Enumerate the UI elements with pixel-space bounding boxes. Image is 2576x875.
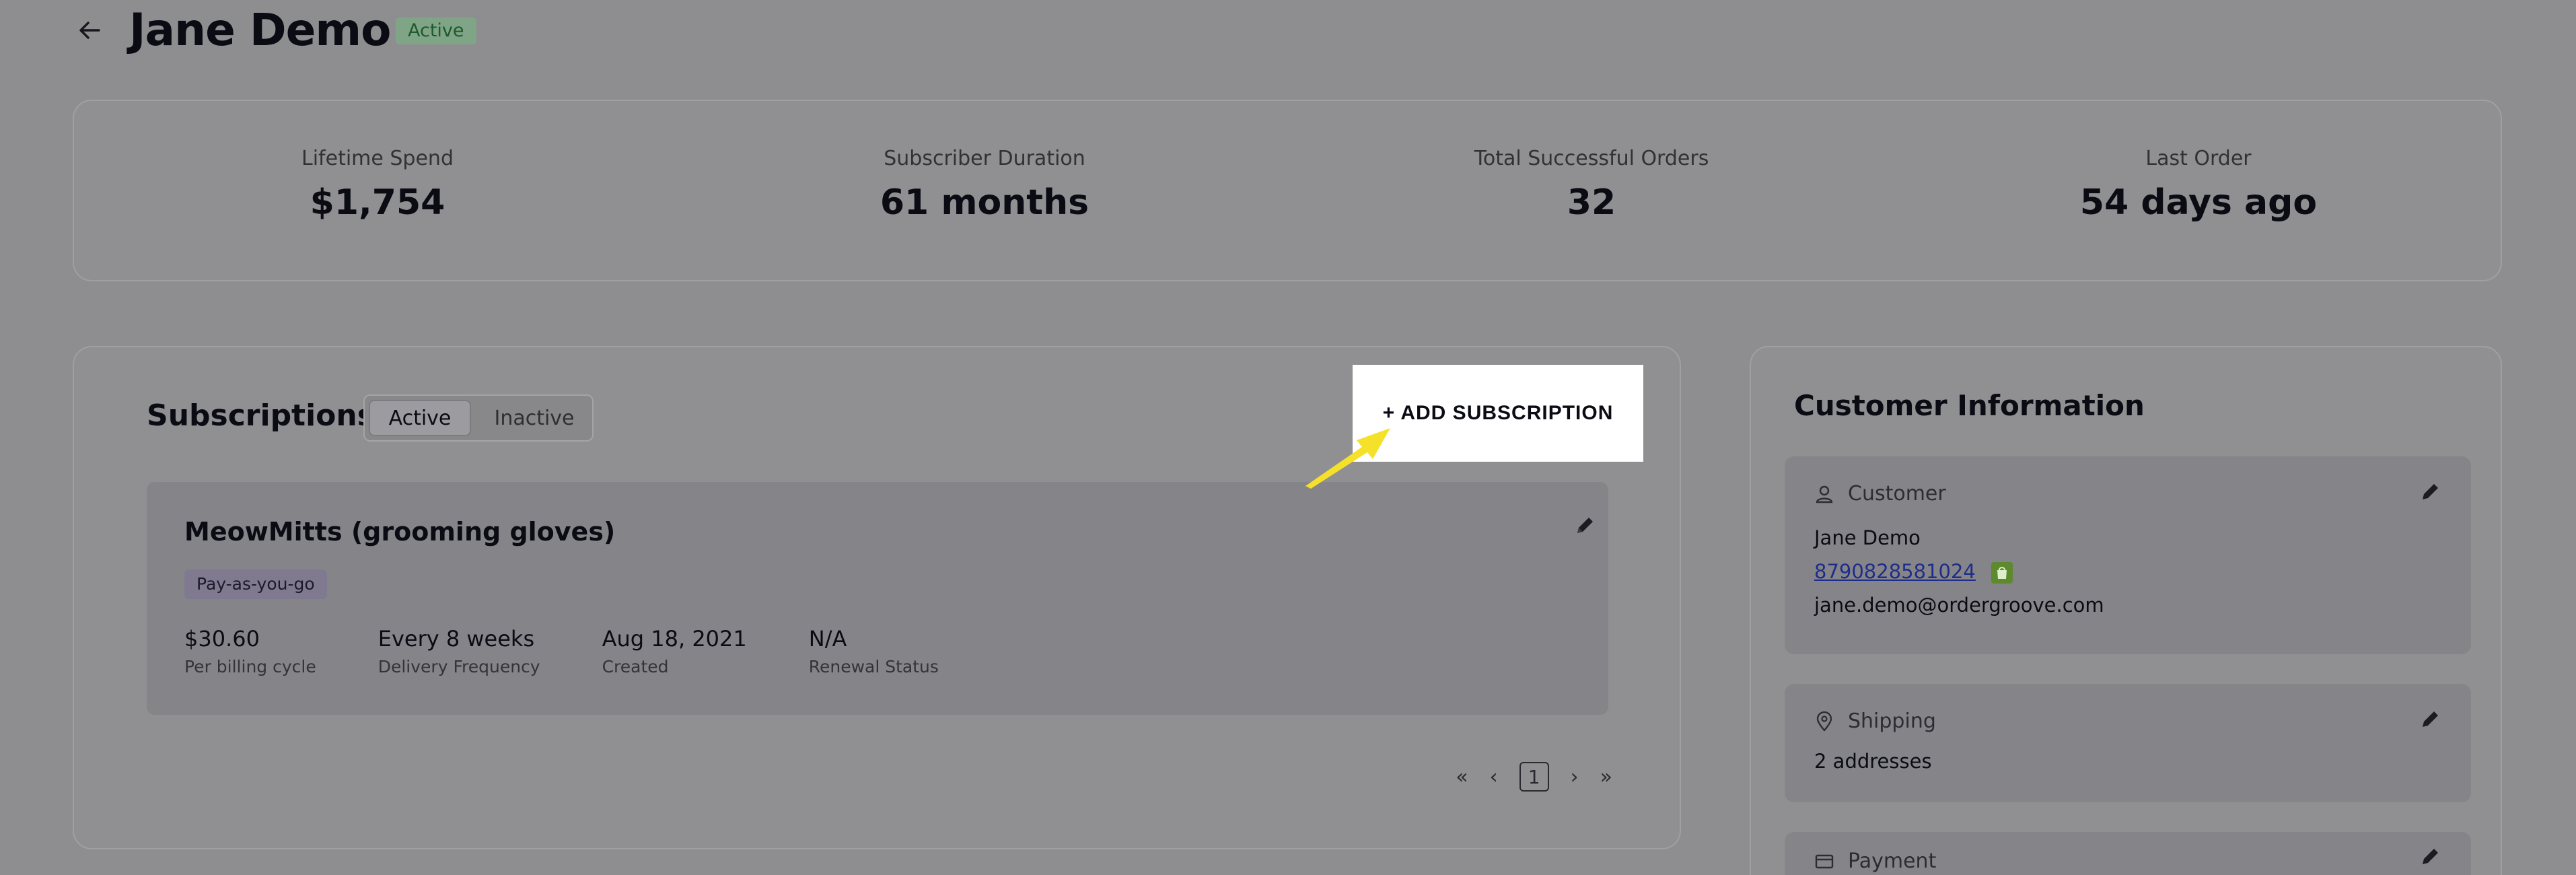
credit-card-icon xyxy=(1814,851,1834,872)
stat-label: Last Order xyxy=(2145,147,2252,170)
pager-prev-button[interactable]: ‹ xyxy=(1490,765,1498,789)
edit-pencil-icon[interactable] xyxy=(2419,481,2441,503)
payment-block: Payment xyxy=(1785,832,2471,875)
stat-value: 54 days ago xyxy=(2079,182,2318,223)
payment-heading-label: Payment xyxy=(1848,849,1937,873)
field-price: $30.60 Per billing cycle xyxy=(184,626,316,676)
customer-phone-link[interactable]: 8790828581024 xyxy=(1814,560,1976,583)
page-title: Jane Demo xyxy=(129,4,391,56)
field-label: Per billing cycle xyxy=(184,657,316,676)
pager-next-button[interactable]: › xyxy=(1571,765,1579,789)
pagination: « ‹ 1 › » xyxy=(1456,762,1612,792)
stat-lifetime-spend: Lifetime Spend $1,754 xyxy=(74,101,681,223)
add-subscription-button[interactable]: + ADD SUBSCRIPTION xyxy=(1353,365,1643,462)
field-value: N/A xyxy=(808,626,847,652)
field-label: Delivery Frequency xyxy=(378,657,540,676)
stat-value: 61 months xyxy=(880,182,1089,223)
stats-card: Lifetime Spend $1,754 Subscriber Duratio… xyxy=(73,100,2502,281)
subscription-fields: $30.60 Per billing cycle Every 8 weeks D… xyxy=(184,626,1001,676)
customer-heading-label: Customer xyxy=(1848,482,1946,505)
edit-pencil-icon[interactable] xyxy=(2419,845,2441,868)
stat-value: $1,754 xyxy=(310,182,445,223)
field-renewal-status: N/A Renewal Status xyxy=(809,626,939,676)
pager-last-button[interactable]: » xyxy=(1600,765,1612,789)
field-frequency: Every 8 weeks Delivery Frequency xyxy=(378,626,540,676)
subscription-item[interactable]: MeowMitts (grooming gloves) Pay-as-you-g… xyxy=(147,482,1608,715)
shipping-heading: Shipping xyxy=(1814,709,1936,733)
field-label: Renewal Status xyxy=(808,657,939,676)
stat-last-order: Last Order 54 days ago xyxy=(1895,101,2502,223)
customer-name: Jane Demo xyxy=(1814,526,1921,549)
subscription-name: MeowMitts (grooming gloves) xyxy=(184,517,616,547)
customer-phone-row: 8790828581024 xyxy=(1814,560,2013,584)
shipping-summary: 2 addresses xyxy=(1814,750,1932,773)
subscription-type-tag: Pay-as-you-go xyxy=(184,569,327,599)
shipping-block: Shipping 2 addresses xyxy=(1785,684,2471,802)
status-badge: Active xyxy=(396,18,476,44)
annotation-arrow-icon xyxy=(1299,424,1393,489)
customer-information-card: Customer Information Customer Jane Demo … xyxy=(1750,346,2502,875)
field-value: $30.60 xyxy=(184,626,260,652)
subscriptions-title: Subscriptions xyxy=(147,398,375,433)
tab-inactive[interactable]: Inactive xyxy=(478,400,591,436)
customer-block: Customer Jane Demo 8790828581024 jane.de… xyxy=(1785,456,2471,654)
field-value: Aug 18, 2021 xyxy=(602,626,747,652)
stat-subscriber-duration: Subscriber Duration 61 months xyxy=(681,101,1288,223)
pager-current-page[interactable]: 1 xyxy=(1519,762,1549,792)
customer-heading: Customer xyxy=(1814,482,1946,505)
customer-email: jane.demo@ordergroove.com xyxy=(1814,594,2104,617)
person-icon xyxy=(1814,484,1834,504)
back-arrow-icon[interactable] xyxy=(73,13,106,47)
location-pin-icon xyxy=(1814,711,1834,732)
field-label: Created xyxy=(602,657,669,676)
edit-pencil-icon[interactable] xyxy=(1573,514,1596,537)
stat-label: Subscriber Duration xyxy=(884,147,1085,170)
edit-pencil-icon[interactable] xyxy=(2419,708,2441,731)
subscription-tabs: Active Inactive xyxy=(363,394,594,442)
payment-heading: Payment xyxy=(1814,849,1936,873)
customer-information-title: Customer Information xyxy=(1794,389,2145,422)
stat-label: Lifetime Spend xyxy=(301,147,454,170)
stat-label: Total Successful Orders xyxy=(1474,147,1709,170)
stat-total-orders: Total Successful Orders 32 xyxy=(1288,101,1895,223)
tab-active[interactable]: Active xyxy=(369,400,471,436)
customer-detail-page: Jane Demo Active Lifetime Spend $1,754 S… xyxy=(0,0,2576,875)
field-value: Every 8 weeks xyxy=(378,626,535,652)
shopify-bag-icon xyxy=(1991,562,2013,584)
field-created: Aug 18, 2021 Created xyxy=(602,626,747,676)
shipping-heading-label: Shipping xyxy=(1848,709,1936,733)
pager-first-button[interactable]: « xyxy=(1456,765,1468,789)
stat-value: 32 xyxy=(1567,182,1616,223)
